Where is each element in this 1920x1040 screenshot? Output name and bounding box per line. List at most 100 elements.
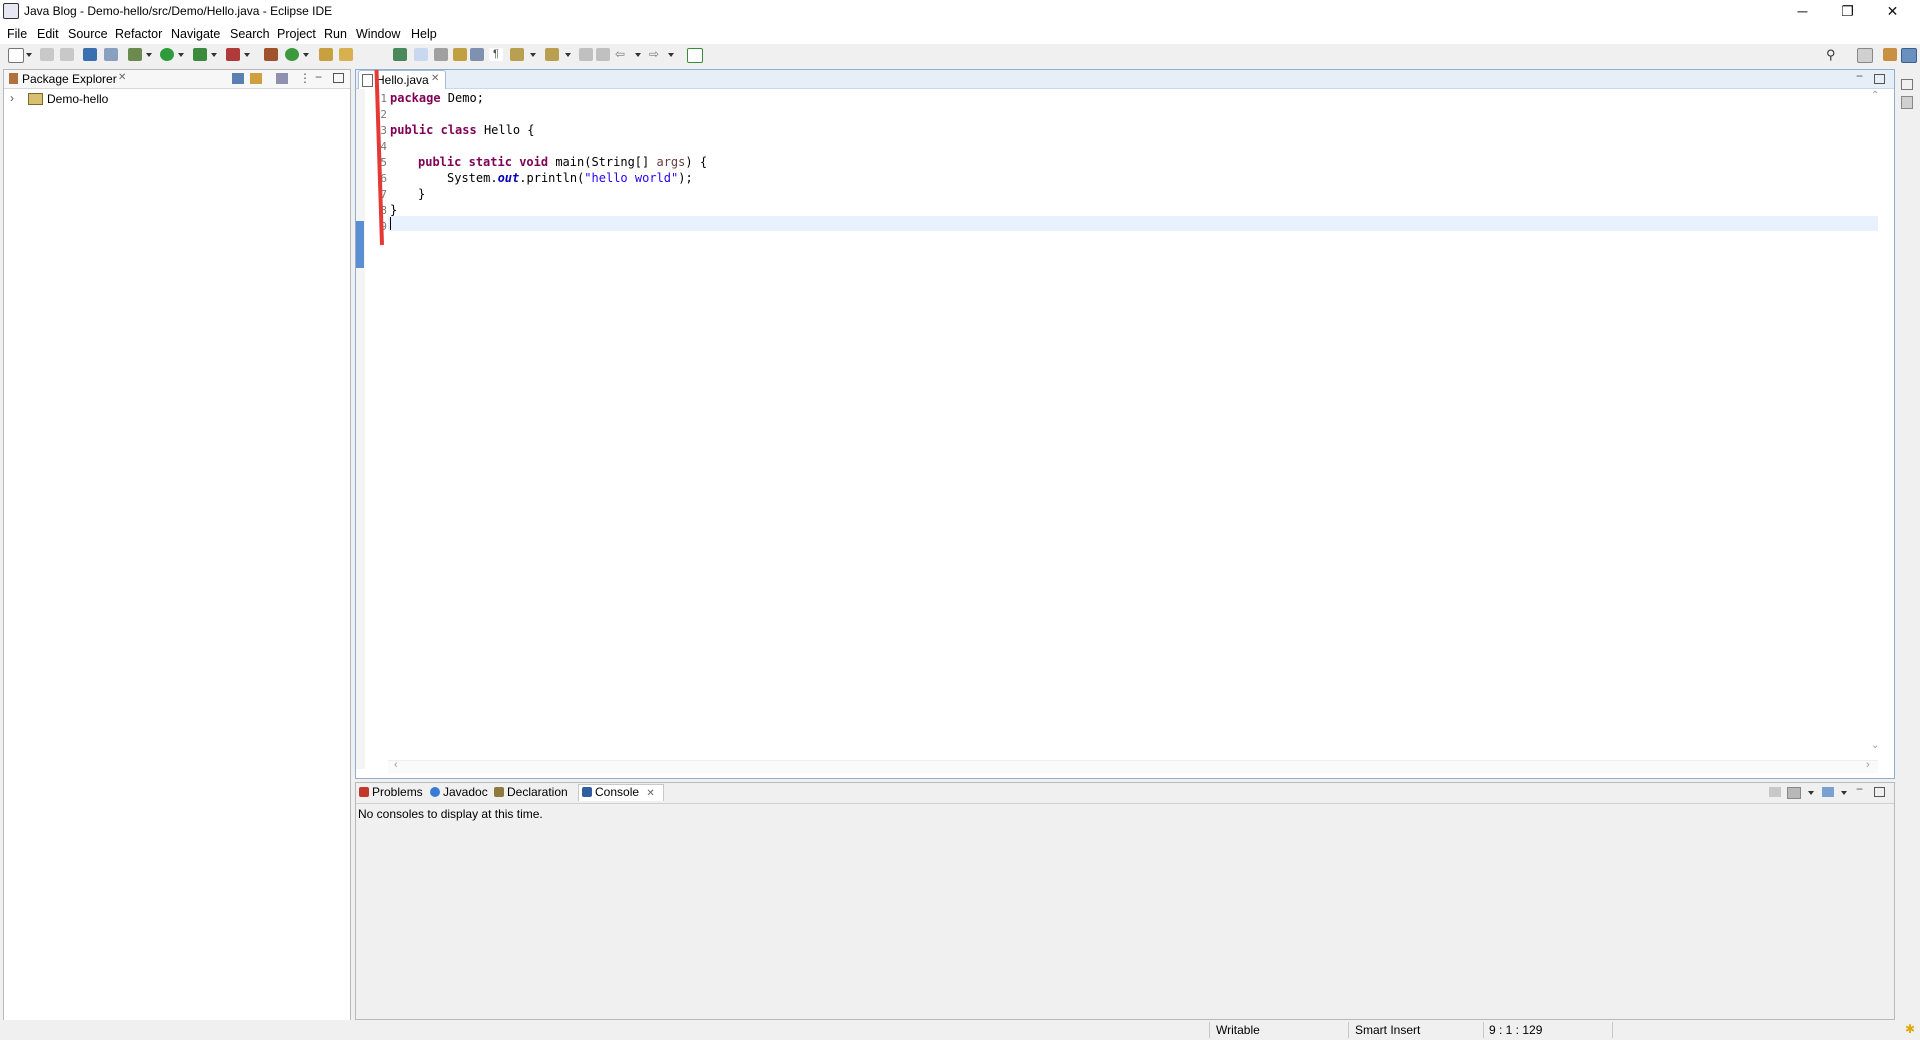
status-separator [1348, 1022, 1349, 1038]
minimize-view-icon[interactable]: − [315, 70, 322, 84]
package-icon [9, 73, 18, 84]
chevron-down-icon[interactable] [178, 53, 184, 57]
display-console-icon[interactable] [1787, 787, 1801, 799]
main-toolbar: ¶ ⇦ ⇨ ⚲ [0, 44, 1920, 66]
restore-view-icon[interactable] [1901, 79, 1913, 90]
menu-refactor[interactable]: Refactor [115, 27, 162, 41]
minimize-view-icon[interactable]: − [1856, 69, 1863, 83]
bottom-tab-bar: Problems Javadoc Declaration Console ✕ − [356, 782, 1894, 804]
chevron-down-icon[interactable] [211, 53, 217, 57]
pin-console-icon[interactable] [1769, 787, 1781, 797]
close-icon[interactable]: ✕ [646, 788, 654, 799]
new-java-project-icon[interactable] [264, 48, 278, 61]
previous-annotation-icon[interactable] [545, 48, 559, 61]
tab-declaration[interactable]: Declaration [494, 785, 568, 801]
coverage-icon[interactable] [193, 48, 207, 61]
status-writable: Writable [1216, 1023, 1260, 1037]
toggle-mark-occurrences-icon[interactable] [393, 48, 407, 61]
filter-icon[interactable] [276, 73, 288, 84]
chevron-down-icon[interactable] [668, 53, 674, 57]
annotation-arrow [374, 70, 384, 246]
tab-javadoc[interactable]: Javadoc [430, 785, 488, 801]
outline-icon[interactable] [1901, 96, 1913, 109]
maximize-view-icon[interactable] [1874, 787, 1885, 797]
scroll-right-icon[interactable]: › [1866, 759, 1870, 771]
close-button[interactable]: ✕ [1870, 0, 1915, 22]
eclipse-app-icon [3, 3, 19, 19]
toggle-block-selection-icon[interactable] [414, 48, 428, 61]
chevron-down-icon[interactable] [26, 53, 32, 57]
package-explorer-view: Package Explorer ✕ ⋮ − › Demo-hello [3, 69, 351, 1021]
status-separator [1612, 1022, 1613, 1038]
close-icon[interactable]: ✕ [118, 72, 126, 83]
link-with-editor-icon[interactable] [250, 73, 262, 84]
chevron-down-icon[interactable] [146, 53, 152, 57]
open-console-icon[interactable] [1822, 787, 1834, 797]
chevron-down-icon[interactable] [244, 53, 250, 57]
chevron-down-icon[interactable] [303, 53, 309, 57]
chevron-down-icon[interactable] [530, 53, 536, 57]
window-title: Java Blog - Demo-hello/src/Demo/Hello.ja… [24, 4, 333, 18]
menu-source[interactable]: Source [68, 27, 108, 41]
search-icon[interactable]: ⚲ [1826, 48, 1840, 61]
pilcrow-icon[interactable]: ¶ [489, 48, 503, 61]
minimize-button[interactable]: ─ [1780, 0, 1825, 22]
collapse-all-icon[interactable] [232, 73, 244, 84]
java-perspective-icon[interactable] [1901, 48, 1917, 63]
scroll-up-icon[interactable]: ⌃ [1871, 90, 1879, 101]
debug-icon[interactable] [128, 48, 142, 61]
back-arrow-icon[interactable]: ⇦ [615, 48, 629, 61]
forward-arrow-icon[interactable]: ⇨ [649, 48, 663, 61]
expander-icon[interactable]: › [10, 91, 14, 105]
save-icon[interactable] [40, 48, 54, 61]
new-icon[interactable] [8, 48, 24, 63]
open-folder-icon[interactable] [339, 48, 353, 61]
menu-project[interactable]: Project [277, 27, 316, 41]
menu-edit[interactable]: Edit [37, 27, 59, 41]
tree-item-label: Demo-hello [47, 92, 109, 106]
terminal-icon[interactable] [83, 48, 97, 61]
code-line-6: System.out.println("hello world"); [447, 171, 693, 185]
open-perspective-icon[interactable] [1857, 48, 1873, 63]
skip-breakpoints-icon[interactable] [104, 48, 118, 61]
menu-file[interactable]: File [7, 27, 27, 41]
menu-run[interactable]: Run [324, 27, 347, 41]
menu-search[interactable]: Search [230, 27, 270, 41]
external-tools-icon[interactable] [226, 48, 240, 61]
horizontal-scrollbar[interactable]: ‹ › [388, 759, 1878, 773]
chevron-down-icon[interactable] [565, 53, 571, 57]
restore-button[interactable]: ❐ [1825, 0, 1870, 22]
chevron-down-icon[interactable] [1841, 791, 1847, 795]
scroll-down-icon[interactable]: ⌄ [1871, 740, 1879, 751]
tab-console[interactable]: Console ✕ [578, 784, 664, 801]
open-type-icon[interactable] [319, 48, 333, 61]
last-edit-location-icon[interactable] [579, 48, 593, 61]
maximize-view-icon[interactable] [1874, 74, 1885, 84]
menu-window[interactable]: Window [356, 27, 400, 41]
minimize-view-icon[interactable]: − [1856, 782, 1863, 796]
save-all-icon[interactable] [60, 48, 74, 61]
status-insert-mode: Smart Insert [1355, 1023, 1421, 1037]
tab-problems[interactable]: Problems [359, 785, 423, 801]
menu-help[interactable]: Help [411, 27, 437, 41]
view-menu-icon[interactable]: ⋮ [299, 71, 311, 85]
maximize-view-icon[interactable] [333, 73, 344, 83]
show-whitespace-icon[interactable] [470, 48, 484, 61]
menu-bar: File Edit Source Refactor Navigate Searc… [0, 22, 1920, 44]
forward-edit-icon[interactable] [596, 48, 610, 61]
lightbulb-icon[interactable]: ✱ [1905, 1022, 1915, 1036]
run-icon[interactable] [160, 48, 174, 61]
word-wrap-icon[interactable] [434, 48, 448, 61]
menu-navigate[interactable]: Navigate [171, 27, 220, 41]
chevron-down-icon[interactable] [635, 53, 641, 57]
chevron-down-icon[interactable] [1808, 791, 1814, 795]
annotation-icon[interactable] [453, 48, 467, 61]
right-trim-stack [1896, 69, 1918, 113]
new-class-icon[interactable] [285, 48, 299, 61]
debug-perspective-icon[interactable] [1883, 48, 1897, 61]
scroll-left-icon[interactable]: ‹ [394, 759, 398, 771]
pin-editor-icon[interactable] [687, 48, 703, 63]
status-separator [1483, 1022, 1484, 1038]
title-bar: Java Blog - Demo-hello/src/Demo/Hello.ja… [0, 0, 1920, 22]
next-annotation-icon[interactable] [510, 48, 524, 61]
